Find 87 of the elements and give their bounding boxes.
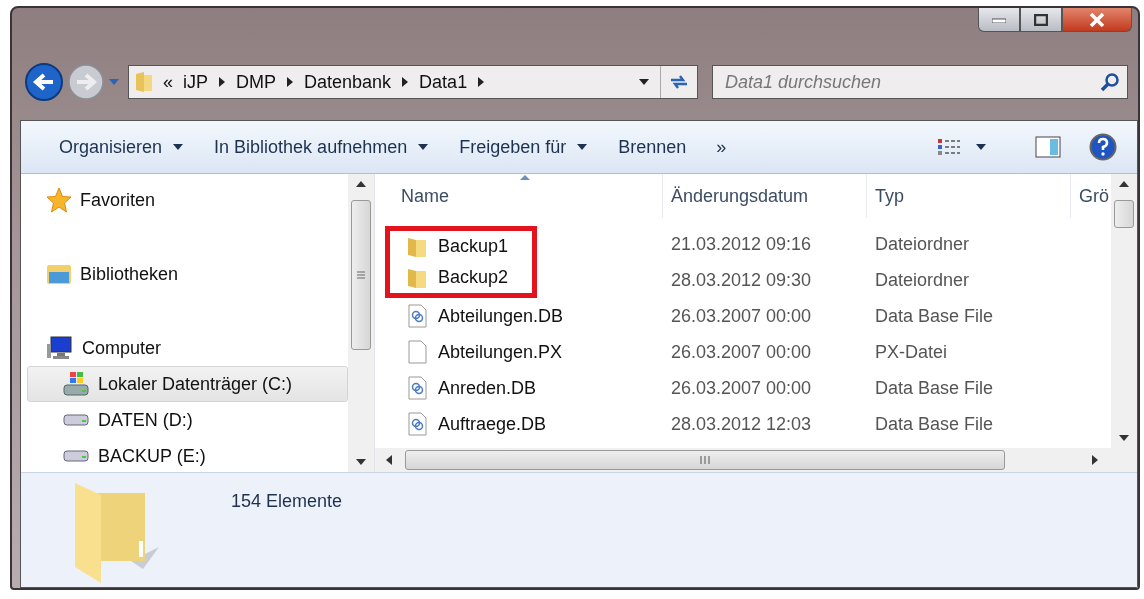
grip-icon: [356, 270, 366, 280]
toolbar-button[interactable]: In Bibliothek aufnehmen: [204, 132, 440, 162]
chevron-icon[interactable]: [218, 76, 227, 88]
table-cell-text: 26.03.2007 00:00: [670, 341, 813, 363]
table-cell-text: 21.03.2012 09:16: [670, 233, 813, 255]
column-header[interactable]: Typ: [867, 174, 1071, 218]
scroll-up-arrow-icon[interactable]: [355, 180, 367, 188]
computer-icon: [46, 336, 74, 360]
more-commands-button[interactable]: »: [706, 132, 737, 162]
file-name[interactable]: Abteilungen.DB: [438, 305, 564, 327]
caret-icon: [975, 143, 987, 151]
drive-icon: [62, 448, 90, 464]
table-cell-text: Dateiordner: [874, 233, 971, 255]
minimize-button[interactable]: [978, 8, 1020, 32]
caret-icon: [172, 143, 185, 151]
table-cell-text: Data Base File: [874, 305, 995, 327]
table-cell-text: Dateiordner: [874, 269, 971, 291]
folder-icon: [406, 235, 428, 258]
file-icon: [406, 340, 428, 364]
sidebar-item[interactable]: Favoriten: [27, 182, 348, 218]
scrollbar-thumb[interactable]: [351, 200, 371, 350]
scroll-left-arrow-icon[interactable]: [385, 454, 393, 466]
table-cell-text: Data Base File: [874, 377, 995, 399]
maximize-button[interactable]: [1020, 8, 1062, 32]
scroll-down-arrow-icon[interactable]: [355, 458, 367, 466]
sidebar-item[interactable]: Computer: [27, 330, 348, 366]
table-cell-text: 26.03.2007 00:00: [670, 305, 813, 327]
scrollbar-thumb[interactable]: [1114, 200, 1134, 228]
caret-icon: [417, 143, 430, 151]
star-icon: [46, 187, 72, 213]
scroll-right-arrow-icon[interactable]: [1091, 454, 1099, 466]
breadcrumb[interactable]: Datenbank: [304, 71, 392, 93]
view-options-button[interactable]: [937, 138, 987, 156]
drive-icon: [62, 412, 90, 428]
caret-icon: [576, 143, 589, 151]
file-name[interactable]: Auftraege.DB: [438, 413, 547, 435]
sidebar-item[interactable]: DATEN (D:): [27, 402, 348, 438]
toolbar-button[interactable]: Freigeben für: [449, 132, 599, 162]
table-cell-text: Data Base File: [874, 413, 995, 435]
table-cell-text: 26.03.2007 00:00: [670, 377, 813, 399]
database-file-icon: [406, 304, 428, 328]
table-cell-text: 28.03.2012 12:03: [670, 413, 813, 435]
toolbar-button[interactable]: Organisieren: [49, 132, 195, 162]
chevron-icon[interactable]: [477, 76, 486, 88]
grip-icon: [699, 455, 711, 465]
database-file-icon: [406, 376, 428, 400]
back-button[interactable]: [24, 62, 64, 102]
chevron-icon[interactable]: [286, 76, 295, 88]
chevron-icon[interactable]: [401, 76, 410, 88]
close-icon: [1089, 12, 1105, 27]
breadcrumb[interactable]: iJP: [183, 71, 209, 93]
scroll-up-arrow-icon[interactable]: [1118, 180, 1130, 188]
column-header[interactable]: Grö: [1071, 174, 1111, 218]
maximize-icon: [1034, 13, 1048, 26]
search-icon[interactable]: [1100, 72, 1120, 92]
system-drive-icon: [62, 371, 90, 397]
file-name[interactable]: Abteilungen.PX: [438, 341, 563, 363]
help-icon[interactable]: [1089, 133, 1117, 161]
dropdown-caret-icon[interactable]: [638, 78, 650, 86]
library-folder-icon: [46, 262, 72, 286]
table-cell-text: PX-Datei: [874, 341, 949, 363]
folder-icon: [135, 71, 153, 93]
breadcrumb[interactable]: Data1: [419, 71, 468, 93]
scrollbar-thumb[interactable]: [405, 450, 1005, 470]
sidebar-item[interactable]: Bibliotheken: [27, 256, 348, 292]
sort-arrow-icon: [519, 174, 531, 180]
preview-pane-icon[interactable]: [1035, 136, 1061, 158]
horizontal-scrollbar[interactable]: [375, 448, 1137, 472]
file-name[interactable]: Anreden.DB: [438, 377, 537, 399]
address-bar[interactable]: « iJP DMP Datenbank Data1: [128, 65, 698, 99]
sidebar-item[interactable]: Lokaler Datenträger (C:): [27, 366, 348, 402]
toolbar-button[interactable]: Brennen: [608, 132, 697, 162]
sidebar-item[interactable]: BACKUP (E:): [27, 438, 348, 474]
table-cell-text: 28.03.2012 09:30: [670, 269, 813, 291]
scrollbar[interactable]: [1111, 174, 1137, 448]
item-count: 154 Elemente: [231, 491, 343, 512]
breadcrumb[interactable]: DMP: [236, 71, 277, 93]
minimize-icon: [992, 16, 1006, 23]
column-header[interactable]: Änderungsdatum: [663, 174, 867, 218]
search-field[interactable]: Data1 durchsuchen: [712, 65, 1128, 99]
scroll-down-arrow-icon[interactable]: [1118, 434, 1130, 442]
close-button[interactable]: [1062, 8, 1132, 32]
breadcrumb-overflow[interactable]: «: [163, 71, 173, 93]
folder-icon: [406, 266, 428, 289]
scrollbar[interactable]: [348, 174, 374, 472]
refresh-icon: [669, 73, 689, 91]
database-file-icon: [406, 412, 428, 436]
